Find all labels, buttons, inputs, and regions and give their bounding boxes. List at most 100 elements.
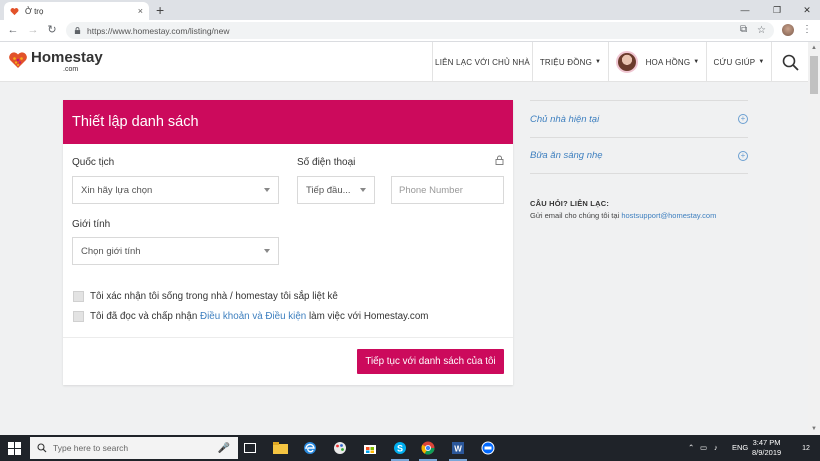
side-item-current-host[interactable]: Chủ nhà hiện tại +	[530, 100, 748, 137]
clock-date: 8/9/2019	[752, 448, 782, 457]
notification-count: 12	[802, 445, 810, 452]
user-avatar	[615, 51, 638, 73]
nav-help[interactable]: CỨU GIÚP ▼	[706, 42, 771, 82]
search-icon	[37, 443, 47, 453]
search-button[interactable]	[771, 42, 808, 82]
url-text: https://www.homestay.com/listing/new	[87, 25, 230, 36]
windows-start-icon[interactable]	[8, 442, 21, 455]
browser-tab-strip: Ở trọ × + — ❐ ✕	[0, 0, 820, 20]
dropdown-caret-icon	[360, 188, 366, 192]
bookmark-star-icon[interactable]: ☆	[757, 25, 766, 36]
svg-text:W: W	[454, 445, 462, 454]
card-title: Thiết lập danh sách	[63, 100, 513, 144]
translate-icon[interactable]: ⧉	[740, 24, 747, 35]
homestay-logo[interactable]: Homestay .com	[8, 50, 103, 74]
paint-app-icon[interactable]	[330, 438, 350, 458]
forward-arrow-icon[interactable]: →	[26, 23, 40, 37]
nationality-value: Xin hãy lựa chọn	[81, 184, 153, 196]
homestay-favicon-icon	[10, 7, 19, 15]
listing-setup-card: Thiết lập danh sách Quốc tịch Xin hãy lự…	[63, 100, 513, 385]
taskbar-clock[interactable]: 3:47 PM 8/9/2019	[752, 438, 781, 458]
back-arrow-icon[interactable]: ←	[6, 23, 20, 37]
nav-contact-label: LIÊN LẠC VỚI CHỦ NHÀ	[435, 57, 530, 67]
address-bar[interactable]: https://www.homestay.com/listing/new ☆	[66, 22, 774, 39]
lock-icon	[74, 27, 81, 34]
site-header: Homestay .com LIÊN LẠC VỚI CHỦ NHÀ TRIỆU…	[0, 42, 808, 82]
taskbar-search-placeholder: Type here to search	[53, 443, 129, 453]
nav-contact-host[interactable]: LIÊN LẠC VỚI CHỦ NHÀ	[432, 42, 532, 82]
page-scrollbar[interactable]: ▲ ▼	[808, 42, 820, 435]
browser-toolbar: ← → ↻ https://www.homestay.com/listing/n…	[0, 20, 820, 42]
accept-terms-label-post: làm việc với Homestay.com	[306, 311, 429, 322]
task-view-icon[interactable]	[240, 438, 260, 458]
confirm-residence-row: Tôi xác nhận tôi sống trong nhà / homest…	[73, 291, 338, 302]
scroll-down-icon[interactable]: ▼	[808, 423, 820, 435]
scroll-thumb[interactable]	[810, 56, 818, 94]
dropdown-caret-icon	[264, 249, 270, 253]
clock-time: 3:47 PM	[752, 438, 781, 447]
search-icon	[782, 54, 799, 71]
reload-icon[interactable]: ↻	[45, 23, 59, 37]
browser-tab[interactable]: Ở trọ ×	[4, 2, 149, 20]
scroll-up-icon[interactable]: ▲	[808, 42, 820, 54]
nationality-select[interactable]: Xin hãy lựa chọn	[72, 176, 279, 204]
zalo-app-icon[interactable]	[478, 438, 498, 458]
maximize-window-button[interactable]: ❐	[762, 0, 792, 20]
nav-currency[interactable]: TRIỆU ĐỒNG ▼	[532, 42, 608, 82]
support-email-link[interactable]: hostsupport@homestay.com	[621, 211, 716, 220]
action-center-icon[interactable]: 12	[798, 435, 814, 461]
nav-user-menu[interactable]: HOA HỒNG ▼	[608, 42, 706, 82]
phone-prefix-value: Tiếp đầu...	[306, 184, 351, 196]
tray-network-icon[interactable]: ▭	[700, 435, 707, 461]
gender-value: Chọn giới tính	[81, 245, 141, 257]
phone-number-input[interactable]	[391, 176, 504, 204]
word-app-icon[interactable]: W	[448, 438, 468, 461]
chevron-down-icon: ▼	[595, 59, 602, 65]
gender-select[interactable]: Chọn giới tính	[72, 237, 279, 265]
card-divider	[63, 337, 513, 338]
browser-profile-avatar[interactable]	[782, 24, 794, 36]
nav-currency-label: TRIỆU ĐỒNG	[539, 57, 593, 67]
brand-name: Homestay	[31, 49, 103, 66]
brand-domain: .com	[63, 66, 79, 73]
chevron-down-icon: ▼	[758, 59, 765, 65]
tray-language[interactable]: ENG	[732, 435, 748, 461]
nav-help-label: CỨU GIÚP	[713, 57, 756, 67]
browser-menu-icon[interactable]: ⋮	[802, 24, 812, 35]
phone-prefix-select[interactable]: Tiếp đầu...	[297, 176, 375, 204]
tray-volume-icon[interactable]: ♪	[714, 435, 718, 461]
confirm-residence-label: Tôi xác nhận tôi sống trong nhà / homest…	[90, 291, 338, 302]
padlock-icon	[495, 155, 504, 165]
windows-taskbar: Type here to search 🎤 S W ⌃ ▭ ♪ ENG 3:47…	[0, 435, 820, 461]
close-tab-icon[interactable]: ×	[138, 6, 143, 16]
chevron-down-icon: ▼	[693, 59, 700, 65]
taskbar-search-box[interactable]: Type here to search 🎤	[30, 437, 238, 459]
faq-text: Gửi email cho chúng tôi tại hostsupport@…	[530, 211, 716, 220]
chrome-browser-icon[interactable]	[418, 438, 438, 461]
edge-browser-icon[interactable]	[300, 438, 320, 458]
expand-plus-icon[interactable]: +	[738, 151, 748, 161]
tray-chevron-icon[interactable]: ⌃	[688, 435, 694, 461]
accept-terms-label-pre: Tôi đã đọc và chấp nhận	[90, 311, 201, 322]
nav-user-label: HOA HỒNG	[645, 57, 691, 67]
minimize-window-button[interactable]: —	[730, 0, 760, 20]
faq-text-body: Gửi email cho chúng tôi tại	[530, 211, 622, 220]
accept-terms-checkbox[interactable]	[73, 311, 84, 322]
accept-terms-row: Tôi đã đọc và chấp nhận Điều khoản và Đi…	[73, 311, 428, 322]
continue-listing-button[interactable]: Tiếp tục với danh sách của tôi	[357, 349, 504, 374]
microphone-icon[interactable]: 🎤	[218, 443, 230, 454]
expand-plus-icon[interactable]: +	[738, 114, 748, 124]
side-item-current-host-label: Chủ nhà hiện tại	[530, 113, 600, 125]
file-explorer-icon[interactable]	[270, 438, 290, 458]
terms-link[interactable]: Điều khoản và Điều kiện	[200, 311, 306, 322]
side-item-breakfast[interactable]: Bữa ăn sáng nhẹ +	[530, 137, 748, 174]
store-app-icon[interactable]	[360, 438, 380, 458]
phone-label: Số điện thoại	[297, 157, 356, 168]
nationality-label: Quốc tịch	[72, 157, 115, 168]
gender-label: Giới tính	[72, 219, 111, 230]
side-item-breakfast-label: Bữa ăn sáng nhẹ	[530, 150, 603, 161]
confirm-residence-checkbox[interactable]	[73, 291, 84, 302]
close-window-button[interactable]: ✕	[792, 0, 820, 20]
new-tab-button[interactable]: +	[156, 2, 164, 18]
skype-app-icon[interactable]: S	[390, 438, 410, 461]
